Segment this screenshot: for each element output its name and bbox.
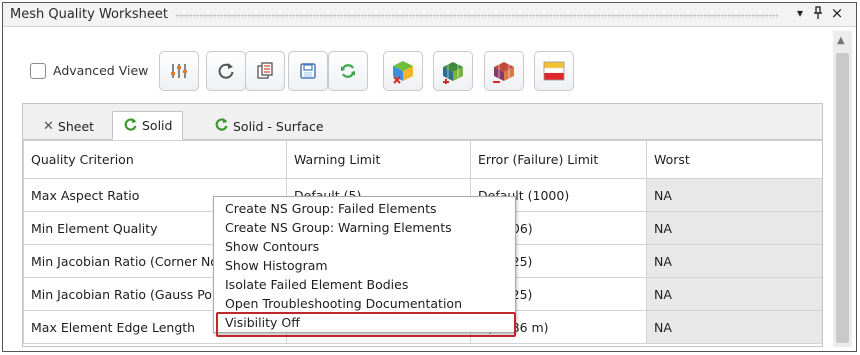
color-legend-button[interactable]: [534, 51, 574, 91]
close-x-icon: ✕: [43, 118, 54, 134]
worst-cell: NA: [646, 211, 822, 245]
worst-cell: NA: [646, 310, 822, 344]
save-button[interactable]: [288, 51, 328, 91]
refresh-icon: [218, 63, 234, 79]
context-menu: Create NS Group: Failed Elements Create …: [213, 196, 516, 337]
menu-item-create-ns-warning[interactable]: Create NS Group: Warning Elements: [214, 218, 515, 237]
tab-sheet[interactable]: ✕ Sheet: [33, 112, 104, 140]
title-bar: Mesh Quality Worksheet ▾ ×: [3, 3, 856, 27]
remove-named-selection-icon: [493, 62, 514, 83]
failed-elements-cube-button[interactable]: [383, 51, 423, 91]
settings-sliders-button[interactable]: [159, 51, 199, 91]
menu-item-visibility-off[interactable]: Visibility Off: [214, 312, 516, 337]
tab-strip: ✕ Sheet Solid Solid - Surface: [23, 104, 822, 140]
update-icon: [341, 64, 355, 78]
menu-item-create-ns-failed[interactable]: Create NS Group: Failed Elements: [214, 199, 515, 218]
tab-sheet-label: Sheet: [57, 118, 95, 134]
worst-cell: NA: [646, 244, 822, 278]
solid-refresh-icon: [123, 117, 138, 135]
worst-cell: NA: [646, 277, 822, 311]
tab-solid[interactable]: Solid: [112, 111, 184, 140]
toolbar: Advanced View: [17, 51, 817, 91]
add-named-selection-button[interactable]: [433, 51, 473, 91]
vertical-scrollbar[interactable]: ▲: [833, 31, 852, 347]
col-header-worst[interactable]: Worst: [646, 140, 822, 179]
menu-item-show-contours[interactable]: Show Contours: [214, 237, 515, 256]
col-header-warning-limit[interactable]: Warning Limit: [286, 140, 471, 179]
mesh-quality-worksheet-window: Mesh Quality Worksheet ▾ × Advanced View: [2, 2, 857, 352]
menu-item-open-troubleshooting-docs[interactable]: Open Troubleshooting Documentation: [214, 294, 515, 313]
refresh-button[interactable]: [206, 51, 246, 91]
color-legend-icon: [543, 61, 565, 81]
col-header-quality-criterion[interactable]: Quality Criterion: [23, 140, 287, 179]
title-drag-grip[interactable]: [175, 14, 779, 18]
scroll-up-arrow-icon[interactable]: ▲: [837, 35, 845, 46]
copy-button[interactable]: [245, 51, 285, 91]
worst-cell: NA: [646, 178, 822, 212]
update-button[interactable]: [328, 51, 368, 91]
dropdown-arrow-icon[interactable]: ▾: [792, 6, 808, 20]
tab-solid-label: Solid: [142, 118, 173, 133]
pin-icon[interactable]: [810, 6, 826, 23]
menu-item-show-histogram[interactable]: Show Histogram: [214, 256, 515, 275]
table-header-row: Quality Criterion Warning Limit Error (F…: [23, 140, 822, 179]
tab-solid-surface[interactable]: Solid - Surface: [204, 112, 334, 140]
save-icon: [300, 63, 316, 79]
failed-elements-cube-icon: [393, 61, 413, 84]
tab-solid-surface-label: Solid - Surface: [233, 118, 324, 134]
scrollbar-thumb[interactable]: [836, 53, 849, 343]
close-icon[interactable]: ×: [829, 4, 845, 22]
settings-sliders-icon: [171, 64, 187, 78]
col-header-error-limit[interactable]: Error (Failure) Limit: [470, 140, 647, 179]
add-named-selection-icon: [443, 62, 463, 84]
advanced-view-checkbox[interactable]: [30, 63, 46, 79]
window-title: Mesh Quality Worksheet: [10, 7, 168, 22]
advanced-view-label: Advanced View: [53, 63, 149, 78]
remove-named-selection-button[interactable]: [484, 51, 524, 91]
copy-icon: [257, 62, 273, 79]
menu-item-isolate-failed-bodies[interactable]: Isolate Failed Element Bodies: [214, 275, 515, 294]
solid-surface-refresh-icon: [214, 117, 229, 135]
